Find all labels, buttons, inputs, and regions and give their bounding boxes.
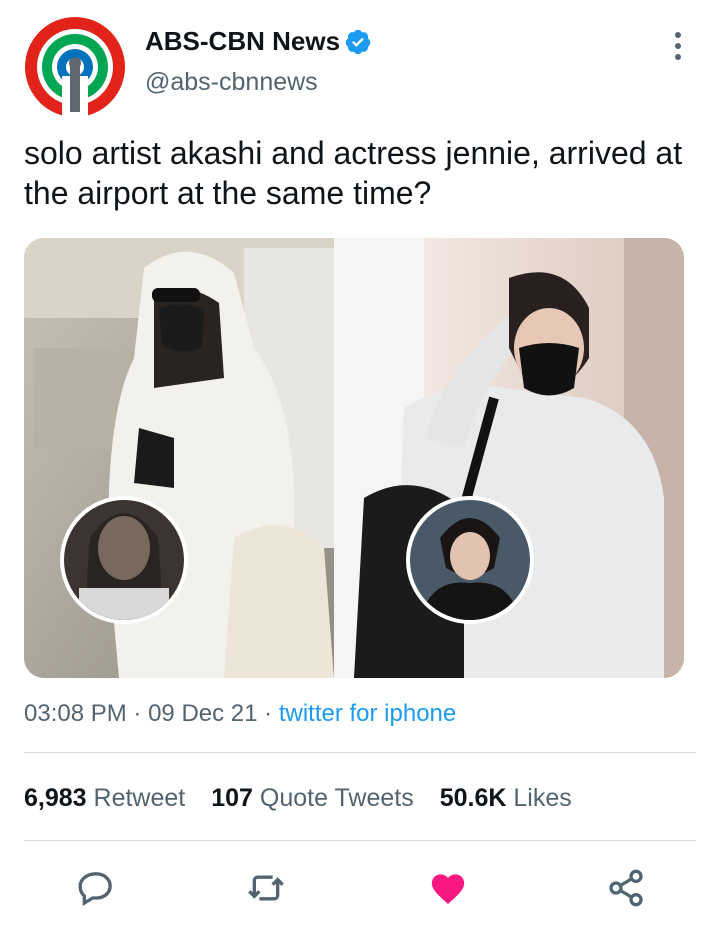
- media-photo-right[interactable]: [334, 238, 684, 678]
- quotes-label: Quote Tweets: [259, 784, 414, 812]
- abs-cbn-logo[interactable]: [22, 14, 128, 120]
- quotes-count: 107: [211, 784, 253, 812]
- tweet-media[interactable]: [24, 238, 684, 678]
- verified-badge-icon: [345, 29, 371, 54]
- meta-separator: ·: [264, 700, 273, 727]
- quote-tweets-stat[interactable]: 107 Quote Tweets: [211, 784, 413, 813]
- tweet-header: ABS-CBN News @abs-cbnnews: [0, 0, 720, 120]
- tweet-meta: 03:08 PM · 09 Dec 21 · twitter for iphon…: [24, 700, 456, 728]
- tweet-stats: 6,983 Retweet 107 Quote Tweets 50.6K Lik…: [24, 784, 598, 813]
- tweet-text: solo artist akashi and actress jennie, a…: [24, 135, 683, 211]
- retweets-count: 6,983: [24, 784, 87, 812]
- account-name-row[interactable]: ABS-CBN News: [145, 26, 372, 57]
- media-photo-left[interactable]: [24, 238, 334, 678]
- retweets-stat[interactable]: 6,983 Retweet: [24, 784, 185, 813]
- tweet-source-link[interactable]: twitter for iphone: [279, 700, 456, 727]
- tweet-time: 03:08 PM: [24, 700, 127, 727]
- likes-label: Likes: [513, 784, 572, 812]
- likes-count: 50.6K: [439, 784, 507, 812]
- heart-icon[interactable]: [428, 868, 468, 908]
- account-handle[interactable]: @abs-cbnnews: [145, 68, 318, 97]
- share-icon[interactable]: [606, 868, 646, 908]
- more-options-icon[interactable]: [666, 28, 690, 64]
- retweet-icon[interactable]: [246, 868, 286, 908]
- account-name[interactable]: ABS-CBN News: [145, 26, 340, 57]
- divider: [24, 840, 696, 841]
- likes-stat[interactable]: 50.6K Likes: [440, 784, 572, 813]
- tweet-action-bar: [0, 868, 720, 908]
- retweets-label: Retweet: [93, 784, 186, 812]
- divider: [24, 752, 696, 753]
- tweet-date: 09 Dec 21: [148, 700, 258, 727]
- reply-icon[interactable]: [76, 868, 116, 908]
- meta-separator: ·: [133, 700, 142, 727]
